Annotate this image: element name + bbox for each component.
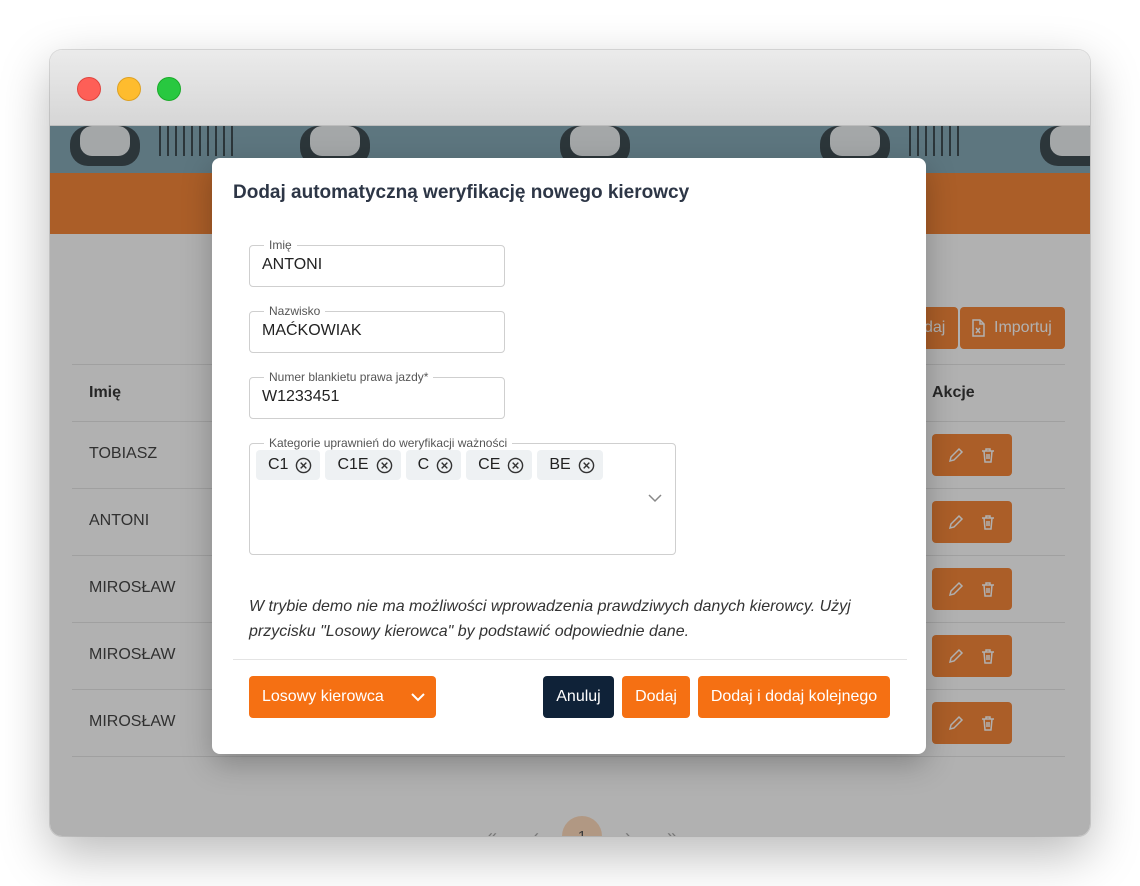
category-chip-label: CE	[478, 456, 501, 473]
minimize-window-button[interactable]	[117, 77, 141, 101]
random-driver-button[interactable]: Losowy kierowca	[249, 676, 436, 718]
first-name-label: Imię	[264, 238, 297, 252]
chevron-down-icon[interactable]	[410, 689, 426, 705]
first-name-field[interactable]: Imię ANTONI	[249, 238, 505, 287]
add-button[interactable]: Dodaj	[622, 676, 690, 718]
cancel-button[interactable]: Anuluj	[543, 676, 614, 718]
add-and-add-next-button[interactable]: Dodaj i dodaj kolejnego	[698, 676, 890, 718]
category-chip-label: C	[417, 456, 430, 473]
license-categories-select[interactable]: Kategorie uprawnień do weryfikacji ważno…	[249, 436, 676, 555]
category-chip: C1E	[325, 450, 401, 480]
remove-chip-icon[interactable]	[436, 457, 453, 474]
category-chip: C	[405, 450, 462, 480]
license-blank-number-value: W1233451	[262, 388, 340, 405]
remove-chip-icon[interactable]	[376, 457, 393, 474]
footer-divider	[233, 659, 907, 660]
add-verification-dialog: Dodaj automatyczną weryfikację nowego ki…	[212, 158, 926, 754]
license-blank-number-field[interactable]: Numer blankietu prawa jazdy* W1233451	[249, 370, 505, 419]
close-window-button[interactable]	[77, 77, 101, 101]
last-name-value: MAĆKOWIAK	[262, 322, 362, 339]
category-chip: CE	[466, 450, 533, 480]
last-name-field[interactable]: Nazwisko MAĆKOWIAK	[249, 304, 505, 353]
category-chip-label: C1	[268, 456, 289, 473]
random-driver-label: Losowy kierowca	[262, 688, 384, 705]
category-chip-label: C1E	[337, 456, 369, 473]
browser-window: daj Importuj Imię Akcje TOBIASZ ANTONI M…	[50, 50, 1090, 836]
demo-mode-note: W trybie demo nie ma możliwości wprowadz…	[249, 598, 851, 640]
category-chip: C1	[256, 450, 321, 480]
window-titlebar	[50, 50, 1090, 126]
dialog-title: Dodaj automatyczną weryfikację nowego ki…	[233, 182, 690, 203]
page-content: daj Importuj Imię Akcje TOBIASZ ANTONI M…	[50, 126, 1090, 836]
last-name-label: Nazwisko	[264, 304, 326, 318]
category-chip-label: BE	[549, 456, 571, 473]
chevron-down-icon[interactable]	[647, 490, 663, 506]
license-blank-number-label: Numer blankietu prawa jazdy*	[264, 370, 434, 384]
remove-chip-icon[interactable]	[507, 457, 524, 474]
remove-chip-icon[interactable]	[578, 457, 595, 474]
first-name-value: ANTONI	[262, 256, 323, 273]
maximize-window-button[interactable]	[157, 77, 181, 101]
license-categories-label: Kategorie uprawnień do weryfikacji ważno…	[264, 436, 513, 450]
selected-categories: C1 C1E C CE BE	[256, 450, 603, 480]
category-chip: BE	[537, 450, 603, 480]
remove-chip-icon[interactable]	[295, 457, 312, 474]
